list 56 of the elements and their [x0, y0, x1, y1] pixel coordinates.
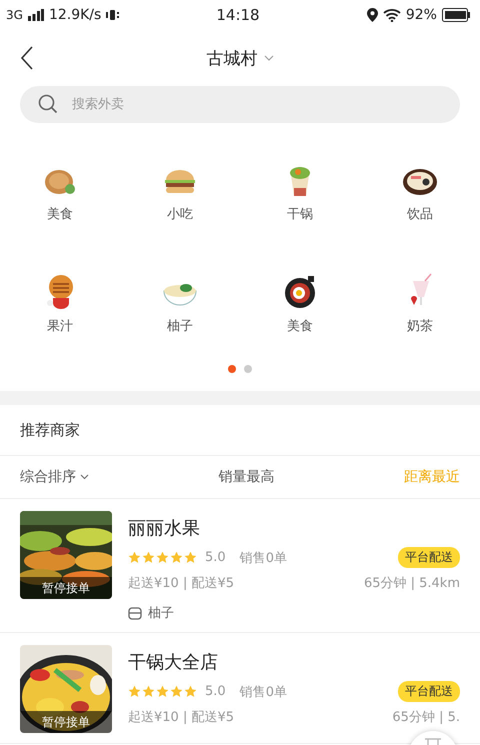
- signal-icon: [28, 9, 44, 21]
- sales-count: 销售0单: [240, 550, 287, 566]
- fees: 起送¥10 | 配送¥5: [128, 709, 234, 726]
- back-icon[interactable]: [20, 46, 34, 70]
- hotpot-icon: [401, 167, 439, 197]
- category-item[interactable]: 干锅: [240, 151, 360, 223]
- shop-icon: [128, 606, 142, 620]
- location-title[interactable]: 古城村: [206, 46, 258, 70]
- star-icon: [170, 551, 183, 564]
- paused-label: 暂停接单: [20, 711, 112, 733]
- category-item[interactable]: 果汁: [0, 263, 120, 335]
- category-item[interactable]: 小吃: [120, 151, 240, 223]
- vibrate-icon: [106, 9, 120, 21]
- star-icon: [156, 685, 169, 698]
- pancake-icon: [43, 167, 77, 197]
- sort-tab[interactable]: 综合排序: [20, 468, 89, 486]
- delivery-badge: 平台配送: [398, 547, 460, 568]
- category-item[interactable]: 奶茶: [360, 263, 480, 335]
- category-item[interactable]: 美食: [0, 151, 120, 223]
- sort-tab[interactable]: 销量最高: [218, 468, 274, 486]
- paused-label: 暂停接单: [20, 577, 112, 599]
- star-icon: [128, 551, 141, 564]
- category-item[interactable]: 饮品: [360, 151, 480, 223]
- star-icon: [156, 551, 169, 564]
- battery-icon: [442, 8, 470, 22]
- pan-icon: [282, 275, 318, 309]
- star-icon: [184, 685, 197, 698]
- delivery-badge: 平台配送: [398, 681, 460, 702]
- sales-count: 销售0单: [240, 684, 287, 700]
- location-icon: [366, 8, 378, 22]
- time-distance: 65分钟 | 5.4km: [364, 575, 460, 592]
- rating: 5.0: [205, 550, 226, 565]
- search-icon: [38, 94, 58, 114]
- network-type: 3G: [6, 8, 23, 22]
- battery-level: 92%: [406, 7, 437, 23]
- caret-icon[interactable]: [264, 55, 274, 61]
- category-item[interactable]: 美食: [240, 263, 360, 335]
- store-name: 丽丽水果: [128, 517, 201, 541]
- section-title: 推荐商家: [0, 405, 480, 456]
- rating: 5.0: [205, 684, 226, 699]
- search-field[interactable]: 搜索外卖: [20, 86, 460, 123]
- store-card[interactable]: 暂停接单 干锅大全店 5.0 销售0单 平台配送 起送¥10 | 配送¥5 65分钟 | 5.: [0, 633, 480, 744]
- star-icon: [142, 685, 155, 698]
- store-name: 干锅大全店: [128, 651, 219, 675]
- star-icon: [128, 685, 141, 698]
- network-speed: 12.9K/s: [48, 7, 102, 23]
- time-distance: 65分钟 | 5.: [392, 709, 460, 726]
- star-icon: [184, 551, 197, 564]
- star-icon: [142, 551, 155, 564]
- category-item[interactable]: 柚子: [120, 263, 240, 335]
- clock: 14:18: [216, 6, 260, 24]
- store-card[interactable]: 暂停接单 丽丽水果 5.0 销售0单 平台配送 起送¥10 | 配送¥5 65分钟 | 5.4km 柚子: [0, 499, 480, 633]
- store-category: 柚子: [148, 605, 174, 622]
- fees: 起送¥10 | 配送¥5: [128, 575, 234, 592]
- star-icon: [170, 685, 183, 698]
- wifi-icon: [382, 8, 401, 22]
